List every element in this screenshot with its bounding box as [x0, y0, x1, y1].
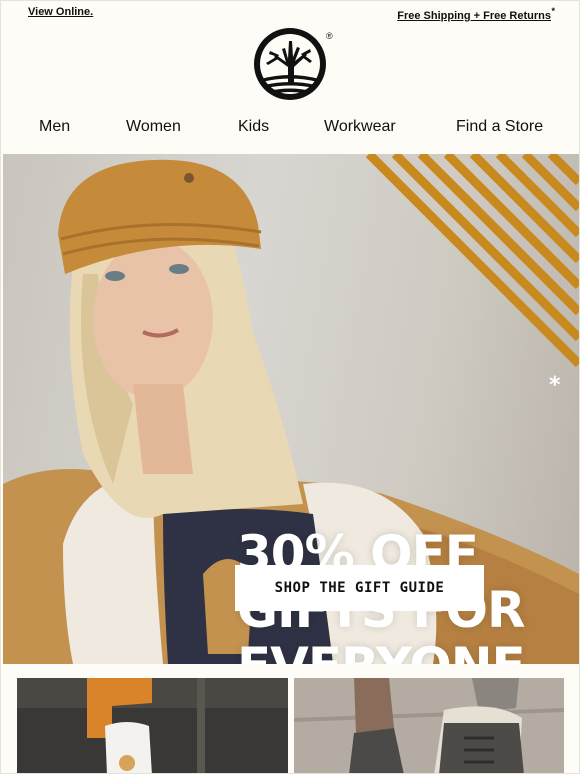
free-shipping-link[interactable]: Free Shipping + Free Returns — [397, 10, 551, 22]
registered-mark: ® — [326, 31, 333, 41]
boots-photo-icon — [294, 678, 564, 773]
product-tile-boots[interactable] — [294, 678, 564, 773]
headline-line-3: EVERYONE — [237, 638, 526, 664]
timberland-logo-icon[interactable] — [252, 27, 332, 105]
shipping-asterisk: * — [551, 6, 555, 16]
headline-asterisk: * — [549, 373, 561, 398]
utility-bar: View Online. Free Shipping + Free Return… — [1, 1, 579, 27]
nav-item-men[interactable]: Men — [39, 118, 70, 136]
socks-photo-icon — [17, 678, 288, 773]
nav-item-find-a-store[interactable]: Find a Store — [456, 118, 543, 136]
main-nav: Men Women Kids Workwear Find a Store — [1, 115, 579, 143]
nav-item-workwear[interactable]: Workwear — [324, 118, 396, 136]
nav-item-women[interactable]: Women — [126, 118, 181, 136]
view-online-link[interactable]: View Online. — [28, 6, 93, 18]
shop-gift-guide-button[interactable]: SHOP THE GIFT GUIDE — [235, 565, 484, 611]
product-tile-socks[interactable] — [17, 678, 288, 773]
email-body: View Online. Free Shipping + Free Return… — [0, 0, 580, 774]
nav-item-kids[interactable]: Kids — [238, 118, 269, 136]
